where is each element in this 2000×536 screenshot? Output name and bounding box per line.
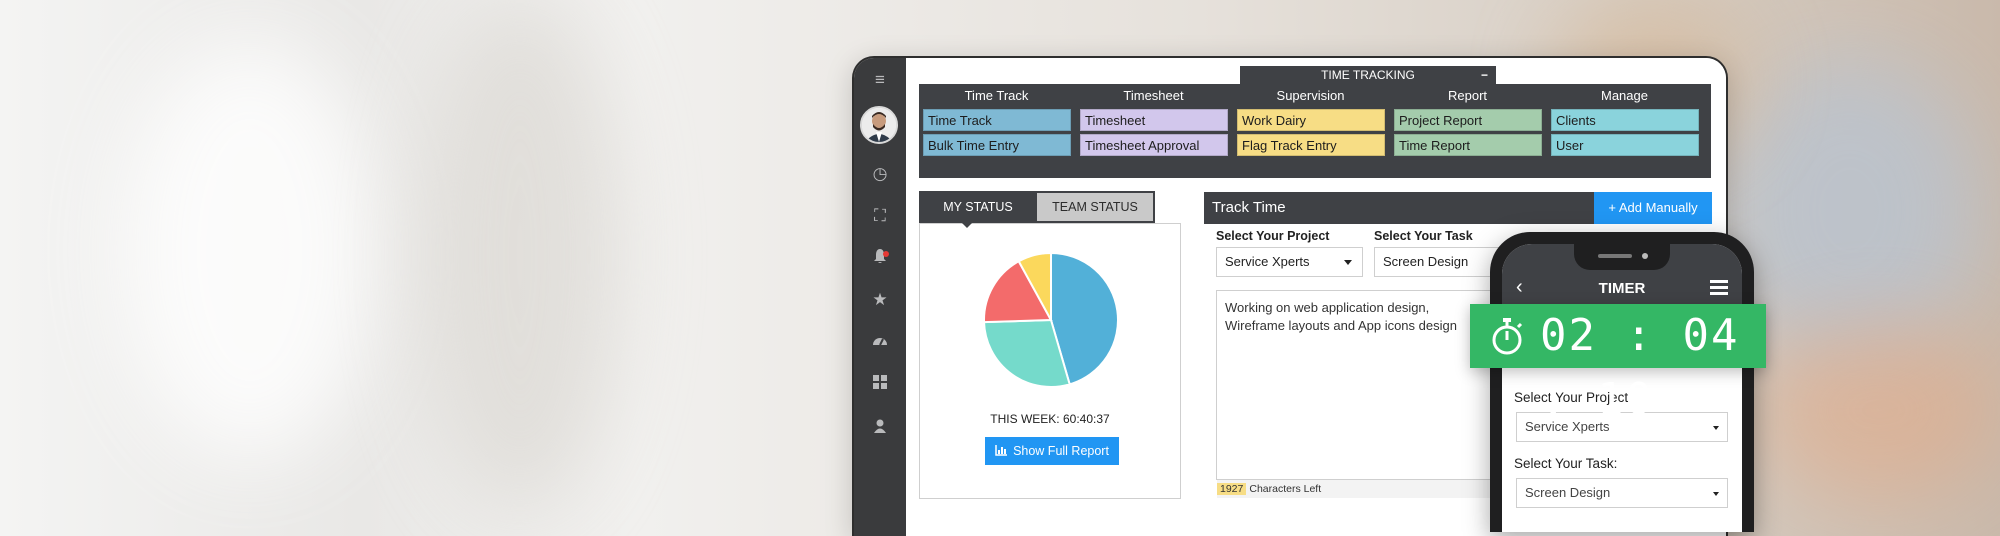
phone-header: ‹ TIMER [1502,244,1742,310]
menu-item-clients[interactable]: Clients [1551,109,1699,131]
dashboard-icon[interactable] [854,332,906,352]
sidebar: ≡ ◷ ⛶ ★ [854,58,906,536]
menu-column-report: Report Project Report Time Report [1390,84,1545,156]
show-full-report-button[interactable]: Show Full Report [985,437,1119,465]
tab-my-status[interactable]: MY STATUS [919,191,1037,223]
stopwatch-icon [1492,318,1523,355]
menu-column-timesheet: Timesheet Timesheet Timesheet Approval [1076,84,1231,156]
tab-team-status[interactable]: TEAM STATUS [1037,193,1153,221]
menu-heading: Timesheet [1123,88,1184,103]
module-menu: Time Track Time Track Bulk Time Entry Ti… [919,84,1711,178]
track-time-title: Track Time [1212,199,1286,216]
add-manually-button[interactable]: + Add Manually [1594,192,1712,224]
characters-left-count: 1927 [1217,483,1247,495]
caret-down-icon [1713,492,1719,496]
menu-icon[interactable]: ≡ [854,70,906,90]
menu-item-flag-track-entry[interactable]: Flag Track Entry [1237,134,1385,156]
menu-column-manage: Manage Clients User [1547,84,1702,156]
notification-dot [883,251,889,257]
status-tabs: MY STATUS TEAM STATUS [919,191,1155,223]
task-label: Select Your Task [1374,229,1473,243]
minimize-button[interactable]: − [1481,66,1488,84]
status-panel: THIS WEEK: 60:40:37 Show Full Report [919,223,1181,499]
menu-item-time-report[interactable]: Time Report [1394,134,1542,156]
menu-item-timesheet-approval[interactable]: Timesheet Approval [1080,134,1228,156]
menu-item-bulk-time-entry[interactable]: Bulk Time Entry [923,134,1071,156]
menu-item-timesheet[interactable]: Timesheet [1080,109,1228,131]
fullscreen-icon[interactable]: ⛶ [854,206,906,226]
status-pie-chart [983,252,1119,388]
menu-column-supervision: Supervision Work Dairy Flag Track Entry [1233,84,1388,156]
project-select-value: Service Xperts [1225,254,1310,269]
speaker-grille [1598,254,1632,258]
tab-caret [960,221,974,228]
track-time-header: Track Time + Add Manually [1204,192,1712,224]
task-select-value: Screen Design [1383,254,1469,269]
project-label: Select Your Project [1216,229,1330,243]
avatar[interactable] [860,106,898,144]
hamburger-icon[interactable] [1710,280,1728,298]
menu-item-work-dairy[interactable]: Work Dairy [1237,109,1385,131]
menu-heading: Supervision [1276,88,1345,103]
phone-task-select[interactable]: Screen Design [1516,478,1728,508]
clock-icon[interactable]: ◷ [854,164,906,184]
menu-item-time-track[interactable]: Time Track [923,109,1071,131]
camera-dot [1642,253,1648,259]
menu-item-user[interactable]: User [1551,134,1699,156]
menu-item-project-report[interactable]: Project Report [1394,109,1542,131]
bar-chart-icon [995,445,1008,456]
project-select[interactable]: Service Xperts [1216,247,1363,277]
caret-down-icon [1344,260,1352,265]
module-title: TIME TRACKING [1321,68,1415,82]
caret-down-icon [1713,426,1719,430]
phone-title: TIMER [1598,280,1646,297]
star-icon[interactable]: ★ [854,290,906,310]
menu-heading: Time Track [964,88,1029,103]
bell-icon[interactable] [854,248,906,269]
phone-task-value: Screen Design [1525,485,1611,500]
menu-column-time-track: Time Track Time Track Bulk Time Entry [919,84,1074,156]
characters-left-label: Characters Left [1249,483,1322,495]
timer-value: 02 : 04 : 10 [1540,310,1740,425]
week-total: THIS WEEK: 60:40:37 [990,412,1110,426]
menu-heading: Manage [1601,88,1648,103]
phone-task-label: Select Your Task: [1514,456,1618,471]
apps-icon[interactable] [854,374,906,394]
show-full-report-label: Show Full Report [1013,444,1109,458]
module-title-tab: TIME TRACKING − [1240,66,1496,84]
user-icon[interactable] [854,418,906,438]
menu-heading: Report [1447,88,1488,103]
timer-display: 02 : 04 : 10 [1470,304,1766,425]
phone-notch [1574,244,1670,270]
